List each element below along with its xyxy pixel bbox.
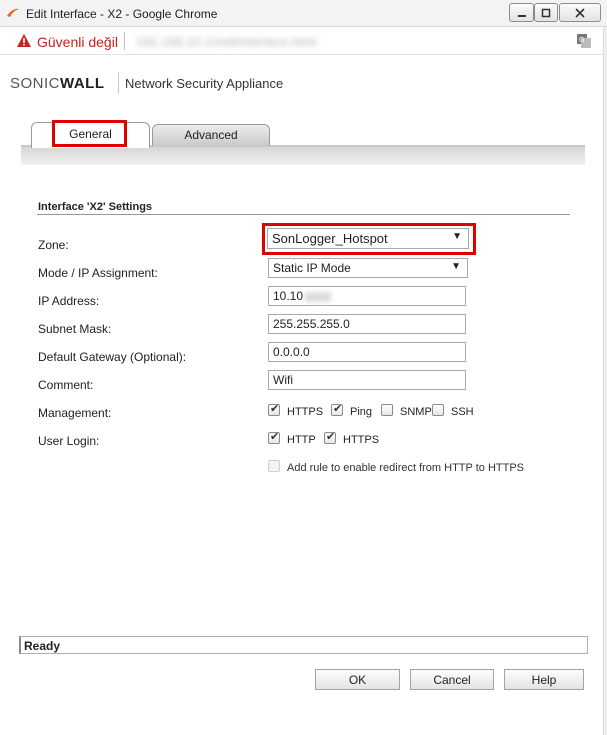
help-button[interactable]: Help [504, 669, 584, 690]
svg-text:G: G [579, 36, 584, 44]
window-title: Edit Interface - X2 - Google Chrome [26, 7, 218, 21]
close-button[interactable] [559, 3, 601, 22]
minimize-icon [517, 14, 526, 17]
close-icon [575, 7, 585, 18]
management-ssh-checkbox[interactable] [432, 404, 444, 416]
redirect-rule-label: Add rule to enable redirect from HTTP to… [287, 462, 524, 474]
sonicwall-logo: SONICWALL [10, 75, 105, 92]
user-login-https-label: HTTPS [343, 434, 380, 446]
security-status-label[interactable]: Güvenli değil [37, 34, 118, 50]
ok-button[interactable]: OK [315, 669, 400, 690]
address-separator [124, 32, 125, 50]
minimize-button[interactable] [509, 3, 534, 22]
management-ping-label: Ping [350, 406, 373, 418]
management-https-checkbox[interactable] [268, 402, 280, 416]
mode-label: Mode / IP Assignment: [38, 266, 158, 280]
user-login-http-label: HTTP [287, 434, 316, 446]
maximize-button[interactable] [534, 3, 558, 22]
mode-select-value: Static IP Mode [273, 261, 351, 275]
user-login-label: User Login: [38, 434, 100, 448]
dropdown-arrow-icon: ▼ [451, 261, 461, 272]
user-login-https-checkbox[interactable] [324, 430, 336, 444]
mode-select[interactable]: Static IP Mode ▼ [268, 258, 468, 278]
address-bar[interactable]: Güvenli değil 192.168.10.1/editInterface… [0, 27, 607, 55]
subnet-mask-label: Subnet Mask: [38, 322, 112, 336]
translate-icon[interactable]: G [576, 33, 592, 49]
warning-icon [17, 34, 31, 47]
management-ping-checkbox[interactable] [331, 402, 343, 416]
tab-advanced[interactable]: Advanced [152, 124, 270, 146]
status-bar: Ready [19, 636, 588, 654]
window-titlebar: Edit Interface - X2 - Google Chrome [0, 0, 607, 27]
gateway-input[interactable]: 0.0.0.0 [268, 342, 466, 362]
highlight-zone-select [262, 223, 476, 255]
comment-label: Comment: [38, 378, 94, 392]
cancel-button[interactable]: Cancel [410, 669, 494, 690]
url-text[interactable]: 192.168.10.1/editInterface.html [136, 35, 317, 49]
chrome-app-icon [7, 8, 19, 17]
subnet-mask-input[interactable]: 255.255.255.0 [268, 314, 466, 334]
management-https-label: HTTPS [287, 406, 324, 418]
comment-input[interactable]: Wifi [268, 370, 466, 390]
brand-separator [118, 72, 119, 94]
highlight-general-tab [52, 120, 127, 147]
redirect-rule-checkbox[interactable] [268, 460, 280, 472]
maximize-icon [541, 8, 551, 17]
management-ssh-label: SSH [451, 406, 474, 418]
user-login-http-checkbox[interactable] [268, 430, 280, 444]
management-snmp-label: SNMP [400, 406, 432, 418]
management-label: Management: [38, 406, 112, 420]
management-snmp-checkbox[interactable] [381, 404, 393, 416]
redacted-block [305, 291, 332, 302]
ip-address-label: IP Address: [38, 294, 100, 308]
zone-label: Zone: [38, 238, 69, 252]
product-name: Network Security Appliance [125, 76, 284, 91]
ip-address-input[interactable]: 10.10 [268, 286, 466, 306]
section-title: Interface 'X2' Settings [38, 201, 153, 213]
gateway-label: Default Gateway (Optional): [38, 350, 187, 364]
window-right-border [603, 27, 607, 735]
section-divider [37, 214, 570, 215]
tab-strip [21, 145, 585, 165]
